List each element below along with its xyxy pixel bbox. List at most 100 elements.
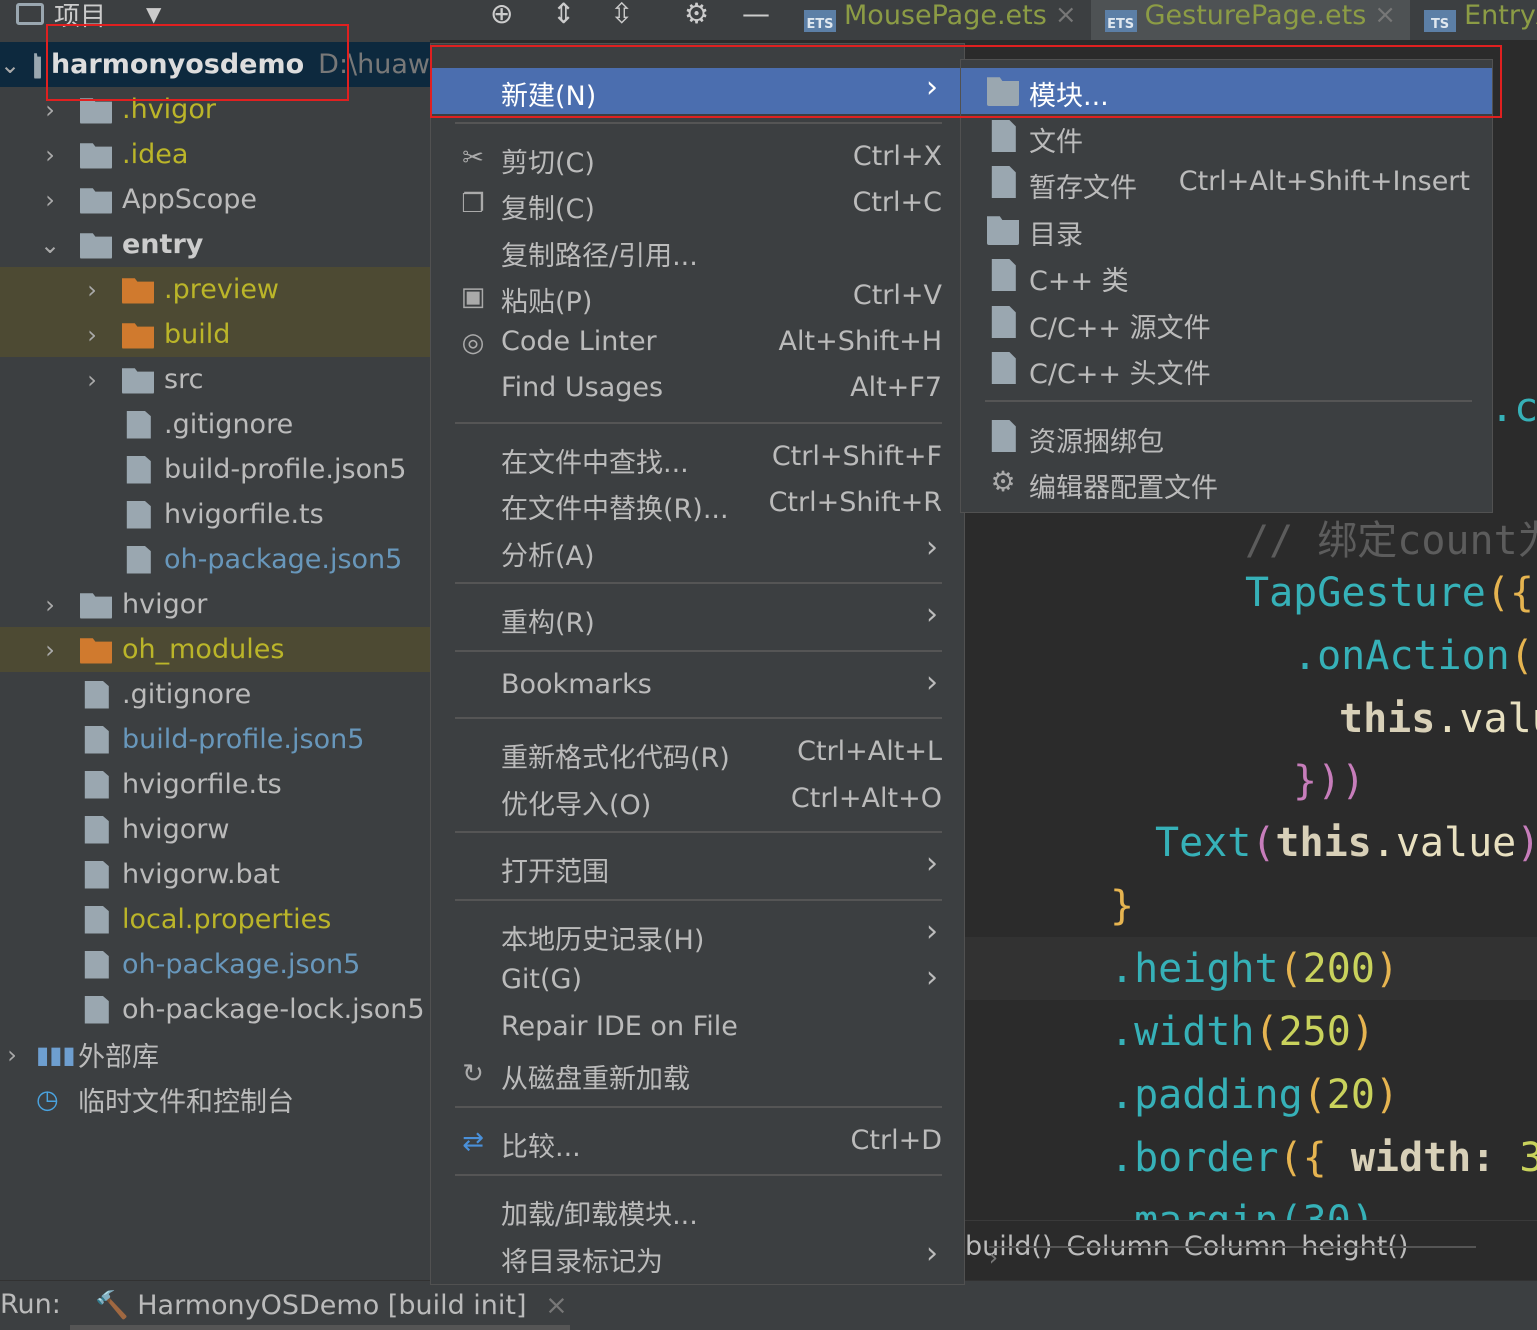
chevron-down-icon[interactable]: ⌄ <box>0 51 20 79</box>
chevron-right-icon[interactable]: › <box>80 276 104 304</box>
tree-item[interactable]: .gitignore <box>0 672 430 717</box>
chevron-right-icon[interactable]: › <box>38 591 62 619</box>
tree-item[interactable]: › ▮▮▮ 外部库 <box>0 1032 430 1077</box>
menu-item-copy-path[interactable]: 复制路径/引用... <box>431 228 964 274</box>
chevron-down-icon[interactable]: ▼ <box>146 2 161 26</box>
submenu-item-directory[interactable]: 目录 <box>961 207 1492 253</box>
menu-item-replace-in-files[interactable]: 在文件中替换(R)... Ctrl+Shift+R <box>431 481 964 527</box>
tree-item[interactable]: oh-package.json5 <box>0 537 430 582</box>
tab-mousepage[interactable]: ETS MousePage.ets × <box>790 0 1091 40</box>
tree-item-label: .preview <box>164 274 280 305</box>
chevron-down-icon[interactable]: ⌄ <box>38 231 62 259</box>
tree-item[interactable]: › hvigor <box>0 582 430 627</box>
file-icon <box>991 120 1016 152</box>
close-icon[interactable]: × <box>1055 0 1077 30</box>
menu-item-mark-directory[interactable]: 将目录标记为 › <box>431 1234 964 1280</box>
menu-item-repair-ide[interactable]: Repair IDE on File <box>431 1005 964 1051</box>
menu-item-refactor[interactable]: 重构(R) › <box>431 595 964 641</box>
menu-item-load-unload-modules[interactable]: 加载/卸载模块... <box>431 1187 964 1233</box>
gear-icon[interactable]: ⚙ <box>684 0 709 28</box>
menu-item-label: 模块... <box>1029 81 1109 112</box>
menu-item-label: 在文件中替换(R)... <box>501 494 729 525</box>
run-tab[interactable]: 🔨 HarmonyOSDemo [build init] × <box>95 1289 568 1321</box>
scissors-icon: ✂ <box>462 143 484 173</box>
menu-item-open-in[interactable]: 打开范围 › <box>431 844 964 890</box>
hide-icon[interactable]: — <box>742 0 770 28</box>
tree-root[interactable]: ⌄ harmonyosdemo D:\huaw <box>0 42 430 87</box>
submenu-item-scratch-file[interactable]: 暂存文件 Ctrl+Alt+Shift+Insert <box>961 160 1492 206</box>
tab-entryability[interactable]: TS EntryAl <box>1410 0 1537 40</box>
submenu-item-file[interactable]: 文件 <box>961 114 1492 160</box>
chevron-right-icon[interactable]: › <box>38 96 62 124</box>
code-token: TapGesture <box>1245 570 1486 616</box>
close-icon[interactable]: × <box>545 1290 568 1321</box>
submenu-item-editorconfig[interactable]: ⚙ 编辑器配置文件 <box>961 460 1492 506</box>
refresh-icon: ↻ <box>462 1059 484 1089</box>
close-icon[interactable]: × <box>1374 0 1396 30</box>
tree-item[interactable]: hvigorfile.ts <box>0 492 430 537</box>
tree-item[interactable]: hvigorw.bat <box>0 852 430 897</box>
tree-item-label: local.properties <box>122 904 332 935</box>
tree-item[interactable]: ◷ 临时文件和控制台 <box>0 1077 430 1122</box>
tree-item[interactable]: build-profile.json5 <box>0 717 430 762</box>
tree-item[interactable]: › .idea <box>0 132 430 177</box>
code-token: (( <box>1509 633 1537 679</box>
tree-item[interactable]: › build <box>0 312 430 357</box>
code-token: ({ <box>1485 570 1534 616</box>
tree-item[interactable]: › .hvigor <box>0 87 430 132</box>
code-line: .padding(20) <box>1110 1072 1399 1118</box>
menu-item-code-linter[interactable]: ◎ Code Linter Alt+Shift+H <box>431 320 964 366</box>
tab-gesturepage[interactable]: ETS GesturePage.ets × <box>1090 0 1411 40</box>
tree-item[interactable]: oh-package-lock.json5 <box>0 987 430 1032</box>
chevron-right-icon[interactable]: › <box>0 1041 24 1069</box>
menu-item-git[interactable]: Git(G) › <box>431 958 964 1004</box>
tree-item[interactable]: .gitignore <box>0 402 430 447</box>
menu-item-reload-from-disk[interactable]: ↻ 从磁盘重新加载 <box>431 1051 964 1097</box>
chevron-right-icon[interactable]: › <box>38 141 62 169</box>
tree-root-name: harmonyosdemo <box>50 49 305 80</box>
locate-icon[interactable]: ⊕ <box>490 0 513 28</box>
tree-item[interactable]: › AppScope <box>0 177 430 222</box>
menu-item-optimize-imports[interactable]: 优化导入(O) Ctrl+Alt+O <box>431 777 964 823</box>
tree-item[interactable]: local.properties <box>0 897 430 942</box>
chevron-right-icon[interactable]: › <box>80 366 104 394</box>
tree-item-label: 临时文件和控制台 <box>78 1087 294 1118</box>
submenu-item-module[interactable]: 模块... <box>961 68 1492 114</box>
menu-item-find-in-files[interactable]: 在文件中查找... Ctrl+Shift+F <box>431 435 964 481</box>
tree-item[interactable]: › src <box>0 357 430 402</box>
menu-item-local-history[interactable]: 本地历史记录(H) › <box>431 912 964 958</box>
chevron-right-icon[interactable]: › <box>80 321 104 349</box>
script-file-icon <box>84 815 109 844</box>
project-view-selector[interactable]: 项目 ▼ <box>16 0 161 32</box>
submenu-item-c-header[interactable]: C/C++ 头文件 <box>961 346 1492 392</box>
menu-separator <box>455 582 942 584</box>
chevron-right-icon[interactable]: › <box>38 186 62 214</box>
submenu-item-resource-bundle[interactable]: 资源捆绑包 <box>961 414 1492 460</box>
tree-item[interactable]: › oh_modules <box>0 627 430 672</box>
run-task-label: HarmonyOSDemo [build init] <box>137 1290 527 1321</box>
tree-item[interactable]: hvigorw <box>0 807 430 852</box>
menu-item-bookmarks[interactable]: Bookmarks › <box>431 663 964 709</box>
tree-item[interactable]: hvigorfile.ts <box>0 762 430 807</box>
submenu-item-cpp-class[interactable]: C++ 类 <box>961 253 1492 299</box>
menu-item-cut[interactable]: ✂ 剪切(C) Ctrl+X <box>431 135 964 181</box>
menu-item-find-usages[interactable]: Find Usages Alt+F7 <box>431 366 964 412</box>
scrollbar[interactable] <box>70 1325 570 1330</box>
submenu-item-c-source[interactable]: C/C++ 源文件 <box>961 300 1492 346</box>
tree-item[interactable]: build-profile.json5 <box>0 447 430 492</box>
menu-item-label: C/C++ 源文件 <box>1029 313 1211 344</box>
tree-item[interactable]: ⌄ entry <box>0 222 430 267</box>
menu-item-copy[interactable]: ❐ 复制(C) Ctrl+C <box>431 181 964 227</box>
menu-item-paste[interactable]: ▣ 粘贴(P) Ctrl+V <box>431 274 964 320</box>
menu-item-label: 目录 <box>1029 220 1083 251</box>
expand-all-icon[interactable]: ⇕ <box>552 0 575 28</box>
menu-item-compare[interactable]: ⇄ 比较... Ctrl+D <box>431 1119 964 1165</box>
tree-item[interactable]: oh-package.json5 <box>0 942 430 987</box>
tree-item-label: build <box>164 319 231 350</box>
tree-item[interactable]: › .preview <box>0 267 430 312</box>
chevron-right-icon[interactable]: › <box>38 636 62 664</box>
collapse-all-icon[interactable]: ⇳ <box>610 0 633 28</box>
menu-item-reformat[interactable]: 重新格式化代码(R) Ctrl+Alt+L <box>431 730 964 776</box>
menu-item-new[interactable]: 新建(N) › <box>431 68 964 114</box>
menu-item-analyze[interactable]: 分析(A) › <box>431 528 964 574</box>
